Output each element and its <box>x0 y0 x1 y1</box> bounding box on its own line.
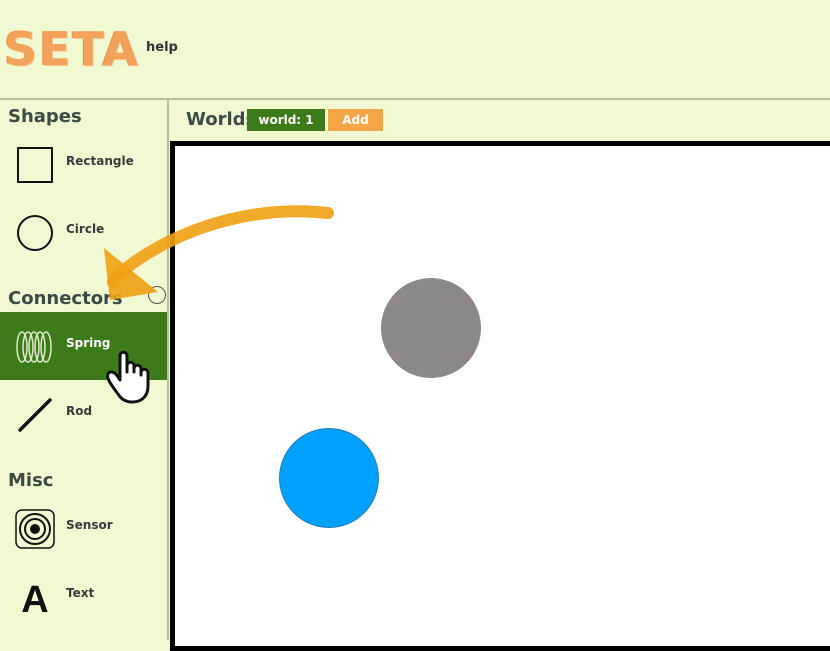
tool-label-circle: Circle <box>66 222 105 236</box>
tool-sensor[interactable]: Sensor <box>0 494 167 562</box>
rectangle-icon <box>17 147 53 183</box>
tool-label-spring: Spring <box>66 336 111 350</box>
world-tab[interactable]: world: 1 <box>247 109 325 131</box>
spring-icon <box>16 331 52 363</box>
tool-rod[interactable]: Rod <box>0 380 167 448</box>
tool-rectangle[interactable]: Rectangle <box>0 130 167 198</box>
blue-circle-body[interactable] <box>279 428 379 528</box>
sidebar: Shapes Rectangle Circle Connectors Sprin… <box>0 100 169 640</box>
tool-spring[interactable]: Spring <box>0 312 167 380</box>
app-logo: SETA <box>4 22 140 76</box>
worlds-bar: Worlds world: 1 Add <box>170 100 830 140</box>
simulation-canvas[interactable] <box>170 141 830 651</box>
connectors-toggle[interactable] <box>148 286 166 304</box>
header: SETA help <box>0 0 830 100</box>
help-link[interactable]: help <box>146 40 178 55</box>
section-title-shapes: Shapes <box>8 106 82 127</box>
section-title-connectors: Connectors <box>8 288 123 309</box>
text-icon: A <box>21 579 48 618</box>
worlds-label: Worlds <box>186 109 257 130</box>
gray-circle-body[interactable] <box>381 278 481 378</box>
rod-icon <box>18 398 52 432</box>
tool-text[interactable]: A Text <box>0 562 167 630</box>
sensor-icon <box>15 509 55 549</box>
tool-label-sensor: Sensor <box>66 518 113 532</box>
tool-label-text: Text <box>66 586 95 600</box>
svg-text:A: A <box>21 579 48 618</box>
section-title-misc: Misc <box>8 470 54 491</box>
tool-label-rod: Rod <box>66 404 93 418</box>
add-world-button[interactable]: Add <box>328 109 383 131</box>
tool-circle[interactable]: Circle <box>0 198 167 266</box>
circle-icon <box>17 215 53 251</box>
tool-label-rectangle: Rectangle <box>66 154 134 168</box>
